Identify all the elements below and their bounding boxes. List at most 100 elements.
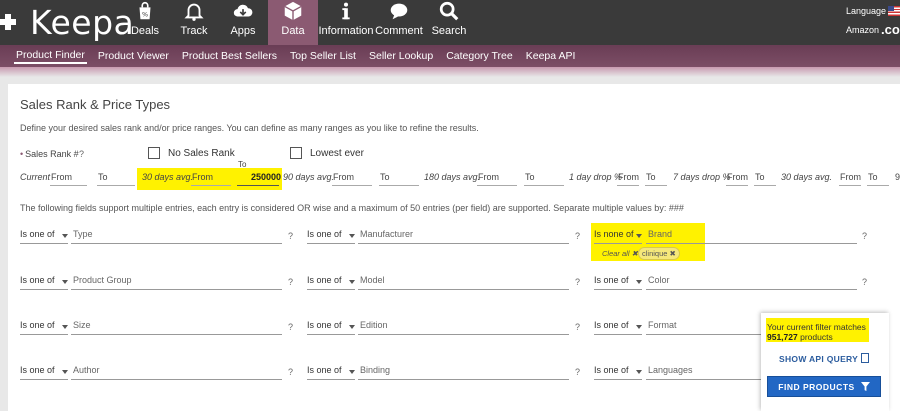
nav-comment[interactable]: Comment xyxy=(374,0,424,45)
drop7-to-input[interactable]: To xyxy=(755,172,765,182)
avg90-to-input[interactable]: To xyxy=(380,172,390,182)
filter-field-binding[interactable]: Binding xyxy=(360,365,390,375)
filter-icon xyxy=(860,382,870,391)
help-icon[interactable]: ? xyxy=(862,231,867,241)
match-mode-select[interactable]: Is one of xyxy=(20,229,55,239)
chevron-down-icon[interactable] xyxy=(62,280,68,284)
match-mode-select[interactable]: Is none of xyxy=(594,229,634,239)
match-mode-select[interactable]: Is one of xyxy=(594,320,629,330)
search-icon xyxy=(439,1,459,21)
filter-field-format[interactable]: Format xyxy=(648,320,677,330)
avg180-to-input[interactable]: To xyxy=(525,172,535,182)
filter-field-author[interactable]: Author xyxy=(73,365,100,375)
avg30-to-input[interactable]: 250000 xyxy=(251,172,281,182)
match-mode-select[interactable]: Is one of xyxy=(307,320,342,330)
nav-data[interactable]: Data xyxy=(268,0,318,45)
help-icon[interactable]: ? xyxy=(288,231,293,241)
chevron-down-icon[interactable] xyxy=(349,234,355,238)
help-icon[interactable]: ? xyxy=(575,367,580,377)
avg180-from-input[interactable]: From xyxy=(478,172,499,182)
us-flag-icon[interactable] xyxy=(888,6,900,16)
logo-text: Keepa xyxy=(30,2,135,42)
avg30-from-input[interactable]: From xyxy=(192,172,213,182)
filter-field-manufacturer[interactable]: Manufacturer xyxy=(360,229,413,239)
help-icon[interactable]: ? xyxy=(288,277,293,287)
subnav-product-finder[interactable]: Product Finder xyxy=(14,49,87,64)
filter-field-type[interactable]: Type xyxy=(73,229,93,239)
keepa-logo[interactable]: Keepa xyxy=(0,2,135,42)
svg-text:%: % xyxy=(142,11,148,19)
nav-deals[interactable]: % Deals xyxy=(120,0,170,45)
select-underline xyxy=(20,243,68,244)
help-icon[interactable]: ? xyxy=(288,322,293,332)
match-mode-select[interactable]: Is one of xyxy=(20,320,55,330)
nav-track[interactable]: Track xyxy=(169,0,219,45)
lowest-ever-option[interactable]: Lowest ever xyxy=(290,147,364,159)
chevron-down-icon[interactable] xyxy=(349,370,355,374)
nav-information[interactable]: Information xyxy=(318,0,374,45)
help-icon[interactable]: ? xyxy=(288,367,293,377)
chevron-down-icon[interactable] xyxy=(636,280,642,284)
filter-field-model[interactable]: Model xyxy=(360,275,385,285)
avg180-to-underline xyxy=(524,185,564,186)
avg30b-from-input[interactable]: From xyxy=(840,172,861,182)
no-sales-rank-option[interactable]: No Sales Rank xyxy=(148,147,235,159)
current-to-input[interactable]: To xyxy=(98,172,108,182)
help-icon[interactable]: ? xyxy=(575,277,580,287)
avg90-from-input[interactable]: From xyxy=(333,172,354,182)
chevron-down-icon[interactable] xyxy=(636,234,642,238)
chevron-down-icon[interactable] xyxy=(349,325,355,329)
nav-apps[interactable]: Apps xyxy=(218,0,268,45)
find-products-button[interactable]: FIND PRODUCTS xyxy=(767,376,881,397)
drop1-from-input[interactable]: From xyxy=(618,172,639,182)
show-api-query-link[interactable]: SHOW API QUERY xyxy=(779,354,858,364)
lowest-ever-checkbox[interactable] xyxy=(290,147,302,159)
filter-field-brand[interactable]: Brand xyxy=(648,229,672,239)
subnav-keepa-api[interactable]: Keepa API xyxy=(524,50,578,62)
match-mode-select[interactable]: Is one of xyxy=(594,365,629,375)
chevron-down-icon[interactable] xyxy=(349,280,355,284)
avg30b-to-input[interactable]: To xyxy=(868,172,878,182)
subnav-product-viewer[interactable]: Product Viewer xyxy=(96,50,171,62)
filter-field-color[interactable]: Color xyxy=(648,275,670,285)
chevron-down-icon[interactable] xyxy=(62,234,68,238)
chevron-down-icon[interactable] xyxy=(62,325,68,329)
chevron-down-icon[interactable] xyxy=(636,325,642,329)
subnav-seller-lookup[interactable]: Seller Lookup xyxy=(367,50,435,62)
match-mode-select[interactable]: Is one of xyxy=(307,275,342,285)
match-mode-select[interactable]: Is one of xyxy=(307,365,342,375)
help-icon[interactable]: ? xyxy=(862,277,867,287)
amazon-domain[interactable]: .com xyxy=(881,22,900,37)
no-sales-rank-checkbox[interactable] xyxy=(148,147,160,159)
chevron-down-icon[interactable] xyxy=(62,370,68,374)
document-icon[interactable] xyxy=(861,353,869,363)
chevron-down-icon[interactable] xyxy=(636,370,642,374)
subnav-category-tree[interactable]: Category Tree xyxy=(444,50,515,62)
nav-search[interactable]: Search xyxy=(424,0,474,45)
match-mode-select[interactable]: Is one of xyxy=(20,365,55,375)
help-icon[interactable]: ? xyxy=(575,322,580,332)
select-underline xyxy=(307,379,355,380)
select-underline xyxy=(594,289,642,290)
drop1-to-input[interactable]: To xyxy=(646,172,656,182)
filter-field-edition[interactable]: Edition xyxy=(360,320,388,330)
help-icon[interactable]: ? xyxy=(575,231,580,241)
filter-field-size[interactable]: Size xyxy=(73,320,91,330)
avg90-from-underline xyxy=(332,185,372,186)
current-from-input[interactable]: From xyxy=(51,172,72,182)
brand-tag-clinique[interactable]: clinique ✖ xyxy=(638,247,680,260)
match-mode-select[interactable]: Is one of xyxy=(594,275,629,285)
language-label[interactable]: Language xyxy=(846,6,886,16)
section-title: Sales Rank & Price Types xyxy=(20,97,171,112)
subnav-top-seller-list[interactable]: Top Seller List xyxy=(288,50,358,62)
match-mode-select[interactable]: Is one of xyxy=(20,275,55,285)
filter-field-product-group[interactable]: Product Group xyxy=(73,275,132,285)
filter-field-languages[interactable]: Languages xyxy=(648,365,693,375)
sales-rank-help-icon[interactable]: ? xyxy=(79,149,84,159)
current-label: Current xyxy=(20,172,51,182)
match-mode-select[interactable]: Is one of xyxy=(307,229,342,239)
drop1-label: 1 day drop % xyxy=(569,172,623,182)
drop7-from-input[interactable]: From xyxy=(727,172,748,182)
subnav-product-best-sellers[interactable]: Product Best Sellers xyxy=(180,50,279,62)
clear-all-tags-button[interactable]: Clear all ✖ xyxy=(599,248,641,259)
